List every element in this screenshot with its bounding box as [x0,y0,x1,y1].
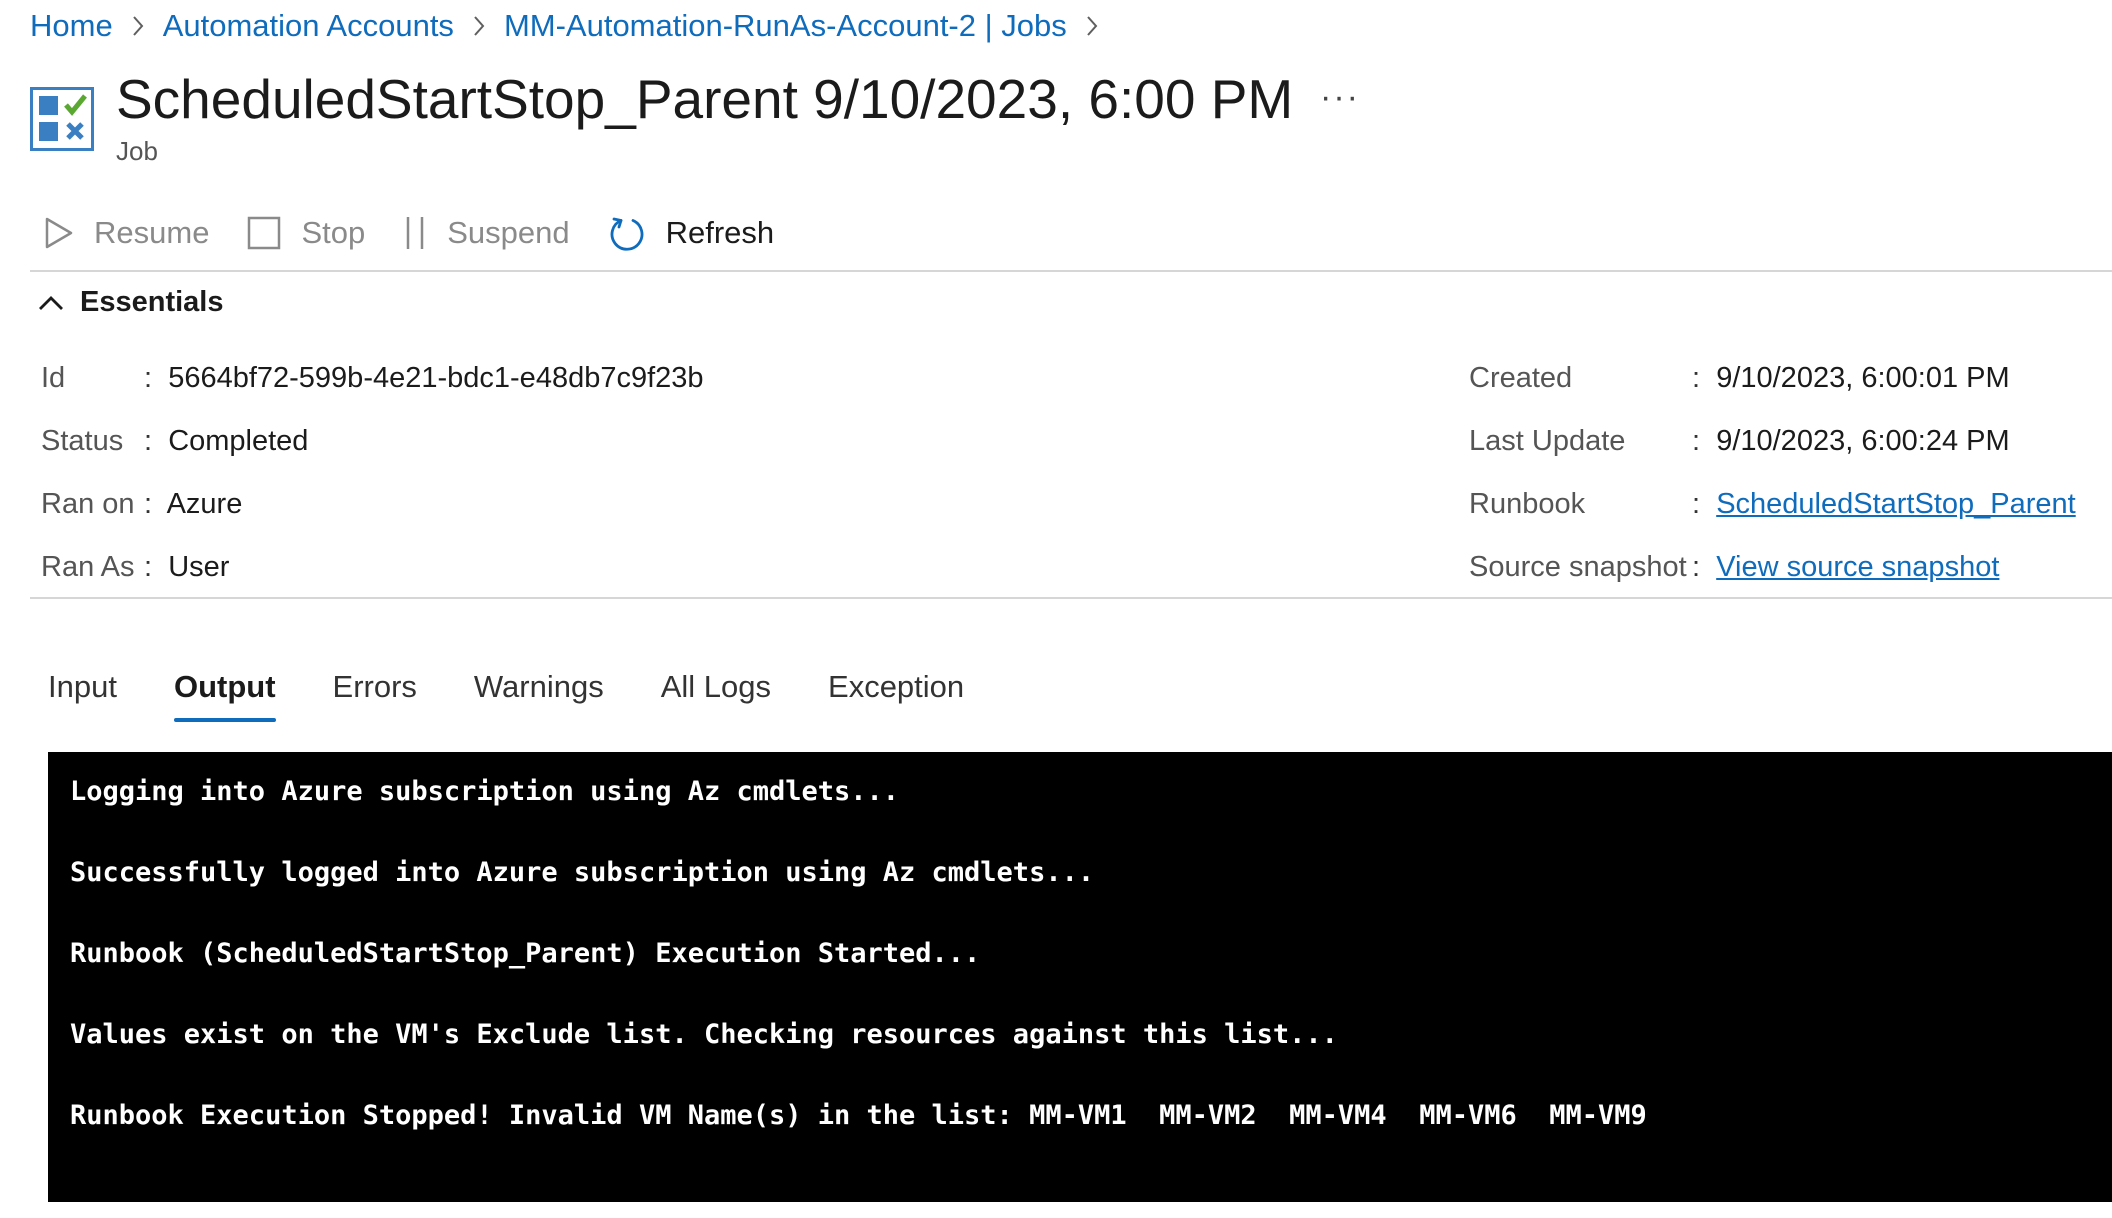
prop-status-value-row: : Completed [144,421,308,461]
resume-label: Resume [94,215,210,250]
last-update-value: 9/10/2023, 6:00:24 PM [1716,425,2010,457]
prop-ran-as: Ran As [41,547,135,587]
prop-id-value-row: : 5664bf72-599b-4e21-bdc1-e48db7c9f23b [144,358,704,398]
colon: : [144,488,153,520]
resume-button[interactable]: Resume [44,215,209,251]
tab-input[interactable]: Input [48,660,117,714]
output-console[interactable]: Logging into Azure subscription using Az… [48,752,2112,1202]
prop-last-update: Last Update [1469,421,1625,461]
tab-all-logs[interactable]: All Logs [661,660,771,714]
prop-ran-on: Ran on [41,484,135,524]
colon: : [1692,425,1701,457]
prop-last-update-value-row: : 9/10/2023, 6:00:24 PM [1692,421,2010,461]
page-subtitle: Job [116,136,158,166]
prop-created-value-row: : 9/10/2023, 6:00:01 PM [1692,358,2010,398]
essentials-label: Essentials [80,286,224,318]
prop-ran-on-value-row: : Azure [144,484,242,524]
job-icon [30,87,94,151]
prop-label: Created [1469,362,1573,394]
tab-exception[interactable]: Exception [828,660,964,714]
refresh-label: Refresh [665,215,775,250]
runbook-link[interactable]: ScheduledStartStop_Parent [1716,488,2076,520]
stop-label: Stop [301,215,366,250]
output-line: Successfully logged into Azure subscript… [70,857,1095,888]
more-options-button[interactable]: ··· [1320,78,1360,117]
pause-icon [403,215,427,251]
created-value: 9/10/2023, 6:00:01 PM [1716,362,2010,394]
view-source-snapshot-link[interactable]: View source snapshot [1716,551,1999,583]
divider [30,270,2112,272]
prop-label: Runbook [1469,488,1586,520]
ran-as-value: User [168,551,230,583]
stop-icon [247,216,281,250]
chevron-right-icon [472,14,486,38]
output-line: Values exist on the VM's Exclude list. C… [70,1019,1338,1050]
chevron-up-icon [38,294,64,312]
stop-button[interactable]: Stop [247,215,365,251]
chevron-right-icon [131,14,145,38]
job-id-value: 5664bf72-599b-4e21-bdc1-e48db7c9f23b [168,362,704,394]
breadcrumb-home[interactable]: Home [30,4,113,48]
colon: : [144,425,153,457]
prop-source-snapshot: Source snapshot [1469,547,1687,587]
prop-source-snapshot-value-row: : View source snapshot [1692,547,1999,587]
prop-ran-as-value-row: : User [144,547,229,587]
prop-label: Ran As [41,551,135,583]
status-value: Completed [168,425,309,457]
prop-label: Id [41,362,66,394]
output-line: Runbook (ScheduledStartStop_Parent) Exec… [70,938,981,969]
colon: : [1692,551,1701,583]
job-details-page: Home Automation Accounts MM-Automation-R… [0,0,2112,1218]
output-line: Logging into Azure subscription using Az… [70,776,900,807]
divider [30,597,2112,599]
prop-label: Last Update [1469,425,1626,457]
ran-on-value: Azure [166,488,243,520]
colon: : [144,551,153,583]
suspend-label: Suspend [447,215,570,250]
colon: : [1692,488,1701,520]
breadcrumb-jobs[interactable]: MM-Automation-RunAs-Account-2 | Jobs [504,4,1067,48]
tab-errors[interactable]: Errors [333,660,417,714]
prop-label: Ran on [41,488,135,520]
prop-runbook: Runbook [1469,484,1585,524]
prop-label: Status [41,425,124,457]
page-title: ScheduledStartStop_Parent 9/10/2023, 6:0… [116,68,1294,130]
prop-id: Id [41,358,65,398]
command-bar: Resume Stop Suspend Refresh [44,205,812,261]
refresh-icon [608,214,646,252]
colon: : [144,362,153,394]
prop-created: Created [1469,358,1572,398]
prop-status: Status [41,421,123,461]
refresh-button[interactable]: Refresh [608,214,775,252]
chevron-right-icon [1085,14,1099,38]
colon: : [1692,362,1701,394]
suspend-button[interactable]: Suspend [403,215,570,251]
play-icon [44,216,74,250]
output-line: Runbook Execution Stopped! Invalid VM Na… [70,1100,1647,1131]
tab-warnings[interactable]: Warnings [474,660,604,714]
breadcrumb-automation-accounts[interactable]: Automation Accounts [163,4,454,48]
tab-output[interactable]: Output [173,660,276,722]
essentials-toggle[interactable]: Essentials [38,286,223,319]
breadcrumb: Home Automation Accounts MM-Automation-R… [30,4,1117,48]
prop-label: Source snapshot [1469,551,1687,583]
prop-runbook-value-row: : ScheduledStartStop_Parent [1692,484,2076,524]
tab-bar: Input Output Errors Warnings All Logs Ex… [48,660,1021,722]
